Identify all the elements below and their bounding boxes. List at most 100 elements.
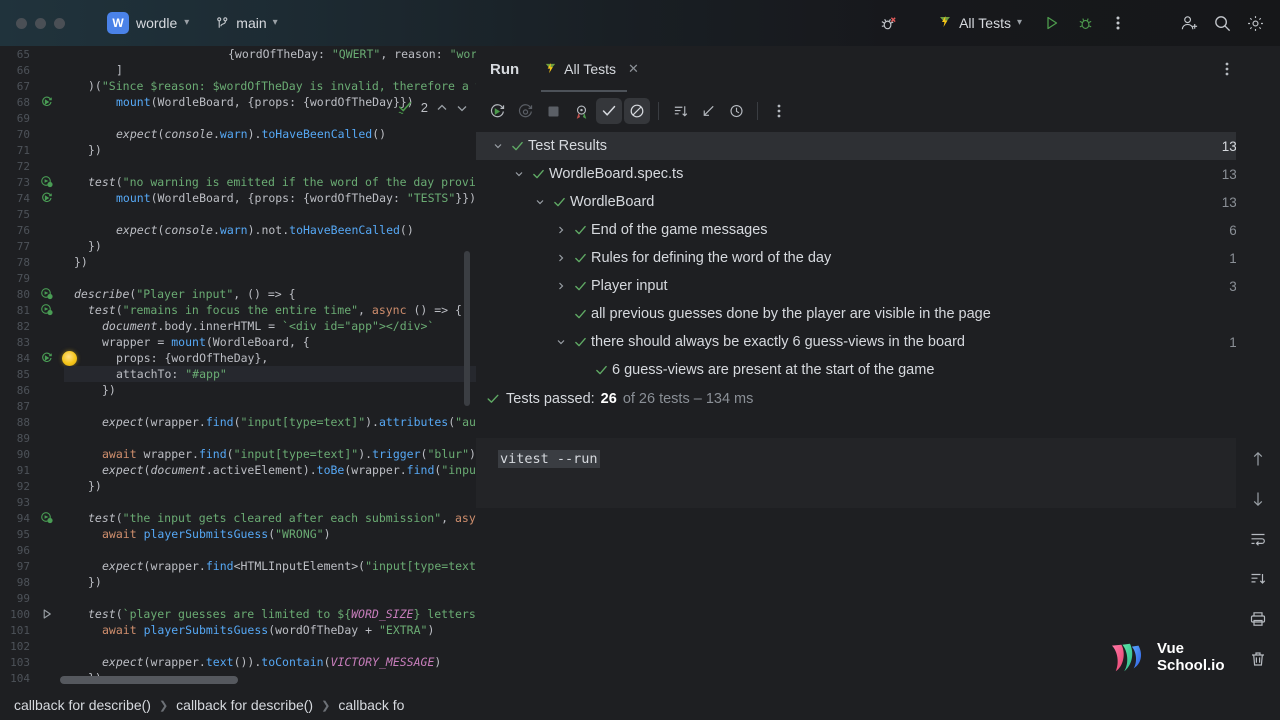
gutter-run-icon[interactable]: [34, 288, 60, 300]
test-tree-row[interactable]: Test Results134 ms: [476, 132, 1280, 160]
code-line[interactable]: 86}): [0, 382, 476, 398]
add-user-icon[interactable]: [1174, 8, 1204, 38]
print-icon[interactable]: [1245, 606, 1271, 632]
intention-bulb-icon[interactable]: [62, 350, 77, 366]
code-line[interactable]: 70 expect(console.warn).toHaveBeenCalled(…: [0, 126, 476, 142]
code-line[interactable]: 73 test("no warning is emitted if the wor…: [0, 174, 476, 190]
search-icon[interactable]: [1207, 8, 1237, 38]
code-line[interactable]: 77}): [0, 238, 476, 254]
debug-button[interactable]: [1070, 8, 1100, 38]
code-line[interactable]: 83 wrapper = mount(WordleBoard, {: [0, 334, 476, 350]
trash-icon[interactable]: [1245, 646, 1271, 672]
stop-debug-icon[interactable]: [873, 8, 903, 38]
code-line[interactable]: 81 test("remains in focus the entire time…: [0, 302, 476, 318]
code-line[interactable]: 66]: [0, 62, 476, 78]
code-line[interactable]: 97 expect(wrapper.find<HTMLInputElement>(…: [0, 558, 476, 574]
code-line[interactable]: 93: [0, 494, 476, 510]
code-line[interactable]: 102: [0, 638, 476, 654]
breadcrumb[interactable]: callback for describe() ❯ callback for d…: [0, 690, 476, 720]
gutter-rerun-icon[interactable]: [34, 192, 60, 204]
code-line[interactable]: 94 test("the input gets cleared after eac…: [0, 510, 476, 526]
sort-by-duration-icon[interactable]: [667, 98, 693, 124]
run-button[interactable]: [1037, 8, 1067, 38]
code-line[interactable]: 82 document.body.innerHTML = `<div id="ap…: [0, 318, 476, 334]
gear-icon[interactable]: [1240, 8, 1270, 38]
soft-wrap-icon[interactable]: [1245, 526, 1271, 552]
chevron-down-icon[interactable]: [511, 169, 527, 179]
breadcrumb-item[interactable]: callback for describe(): [176, 697, 313, 713]
test-tree-row[interactable]: Rules for defining the word of the day15…: [476, 244, 1280, 272]
editor-horizontal-scrollbar[interactable]: [60, 676, 238, 684]
test-tree-row[interactable]: WordleBoard.spec.ts134 ms: [476, 160, 1280, 188]
console-output[interactable]: vitest --run: [476, 438, 1240, 508]
code-line[interactable]: 78}): [0, 254, 476, 270]
chevron-down-icon[interactable]: [532, 197, 548, 207]
code-line[interactable]: 101 await playerSubmitsGuess(wordOfTheDay…: [0, 622, 476, 638]
code-line[interactable]: 87: [0, 398, 476, 414]
code-line[interactable]: 103 expect(wrapper.text()).toContain(VICT…: [0, 654, 476, 670]
test-tree-row[interactable]: Player input30 ms: [476, 272, 1280, 300]
scroll-down-icon[interactable]: [1245, 486, 1271, 512]
code-line[interactable]: 79: [0, 270, 476, 286]
more-actions-button[interactable]: [1103, 8, 1133, 38]
gutter-rerun-icon[interactable]: [34, 96, 60, 108]
scroll-up-icon[interactable]: [1245, 446, 1271, 472]
rerun-icon[interactable]: [484, 98, 510, 124]
code-line[interactable]: 65 {wordOfTheDay: "QWERT", reason: "word-…: [0, 46, 476, 62]
project-selector[interactable]: W wordle ▾: [107, 12, 189, 34]
gutter-play-icon[interactable]: [34, 608, 60, 620]
maximize-window-button[interactable]: [54, 17, 65, 29]
code-line[interactable]: 75: [0, 206, 476, 222]
code-editor[interactable]: 65 {wordOfTheDay: "QWERT", reason: "word-…: [0, 46, 476, 690]
test-tree-row[interactable]: there should always be exactly 6 guess-v…: [476, 328, 1280, 356]
inspection-widget[interactable]: 2: [397, 100, 468, 115]
chevron-right-icon[interactable]: [553, 281, 569, 291]
code-line[interactable]: 67)("Since $reason: $wordOfTheDay is inv…: [0, 78, 476, 94]
stop-icon[interactable]: [540, 98, 566, 124]
code-line[interactable]: 95 await playerSubmitsGuess("WRONG"): [0, 526, 476, 542]
rerun-failed-icon[interactable]: [512, 98, 538, 124]
show-passed-icon[interactable]: [596, 98, 622, 124]
test-results-tree[interactable]: Test Results134 msWordleBoard.spec.ts134…: [476, 130, 1280, 384]
code-line[interactable]: 88 expect(wrapper.find("input[type=text]"…: [0, 414, 476, 430]
test-tree-row[interactable]: all previous guesses done by the player …: [476, 300, 1280, 328]
breadcrumb-item[interactable]: callback for describe(): [14, 697, 151, 713]
code-line[interactable]: 99: [0, 590, 476, 606]
window-controls[interactable]: [16, 17, 65, 29]
editor-vertical-scrollbar[interactable]: [464, 251, 470, 406]
breadcrumb-item[interactable]: callback fo: [338, 697, 404, 713]
previous-issue-button[interactable]: [436, 102, 448, 114]
gutter-rerun-icon[interactable]: [34, 352, 60, 364]
code-line[interactable]: 74 mount(WordleBoard, {props: {wordOfTheD…: [0, 190, 476, 206]
minimize-window-button[interactable]: [35, 17, 46, 29]
next-issue-button[interactable]: [456, 102, 468, 114]
code-line[interactable]: 84 props: {wordOfTheDay},: [0, 350, 476, 366]
code-line[interactable]: 85 attachTo: "#app": [0, 366, 476, 382]
code-line[interactable]: 72: [0, 158, 476, 174]
test-tree-row[interactable]: End of the game messages67 ms: [476, 216, 1280, 244]
test-tree-row[interactable]: WordleBoard134 ms: [476, 188, 1280, 216]
code-line[interactable]: 89: [0, 430, 476, 446]
code-line[interactable]: 80 describe("Player input", () => {: [0, 286, 476, 302]
hide-ignored-icon[interactable]: [624, 98, 650, 124]
scroll-to-end-icon[interactable]: [1245, 566, 1271, 592]
close-window-button[interactable]: [16, 17, 27, 29]
branch-selector[interactable]: main ▾: [215, 15, 278, 31]
coverage-icon[interactable]: [568, 98, 594, 124]
code-line[interactable]: 96: [0, 542, 476, 558]
code-line[interactable]: 76 expect(console.warn).not.toHaveBeenCal…: [0, 222, 476, 238]
tab-all-tests[interactable]: All Tests ✕: [541, 46, 641, 92]
code-line[interactable]: 100 test(`player guesses are limited to $…: [0, 606, 476, 622]
code-line[interactable]: 91 expect(document.activeElement).toBe(wr…: [0, 462, 476, 478]
code-line[interactable]: 71}): [0, 142, 476, 158]
history-icon[interactable]: [723, 98, 749, 124]
close-icon[interactable]: ✕: [628, 61, 639, 77]
run-configuration-selector[interactable]: All Tests ▾: [929, 9, 1030, 37]
chevron-right-icon[interactable]: [553, 225, 569, 235]
more-options-icon[interactable]: [766, 98, 792, 124]
code-line[interactable]: 92}): [0, 478, 476, 494]
chevron-down-icon[interactable]: [553, 337, 569, 347]
code-line[interactable]: 98}): [0, 574, 476, 590]
gutter-run-icon[interactable]: [34, 176, 60, 188]
test-tree-row[interactable]: 6 guess-views are present at the start o…: [476, 356, 1280, 384]
